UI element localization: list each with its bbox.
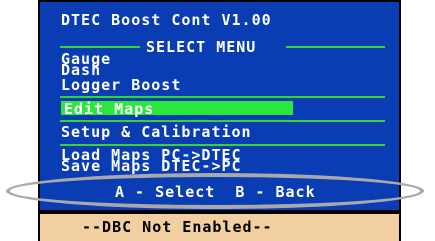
status-bar: --DBC Not Enabled-- (40, 214, 399, 241)
header-divider-left (60, 46, 140, 48)
device-screen: DTEC Boost Cont V1.00 SELECT MENU Gauge … (38, 0, 401, 241)
app-title: DTEC Boost Cont V1.00 (61, 11, 272, 29)
controls-hint: A - Select B - Back (115, 183, 316, 201)
menu-divider (60, 120, 385, 122)
section-header: SELECT MENU (146, 38, 257, 56)
header-divider-right (286, 46, 385, 48)
menu-divider (60, 96, 385, 98)
menu-item-save-maps[interactable]: Save Maps DTEC->PC (61, 159, 242, 174)
menu-item-edit-maps[interactable]: Edit Maps (64, 102, 154, 117)
menu-item-logger-boost[interactable]: Logger Boost (61, 78, 181, 93)
menu-item-dash[interactable]: Dash (61, 63, 101, 78)
menu-item-setup-calibration[interactable]: Setup & Calibration (61, 125, 252, 140)
menu-panel: DTEC Boost Cont V1.00 SELECT MENU Gauge … (40, 2, 399, 210)
status-message: --DBC Not Enabled-- (82, 218, 273, 236)
